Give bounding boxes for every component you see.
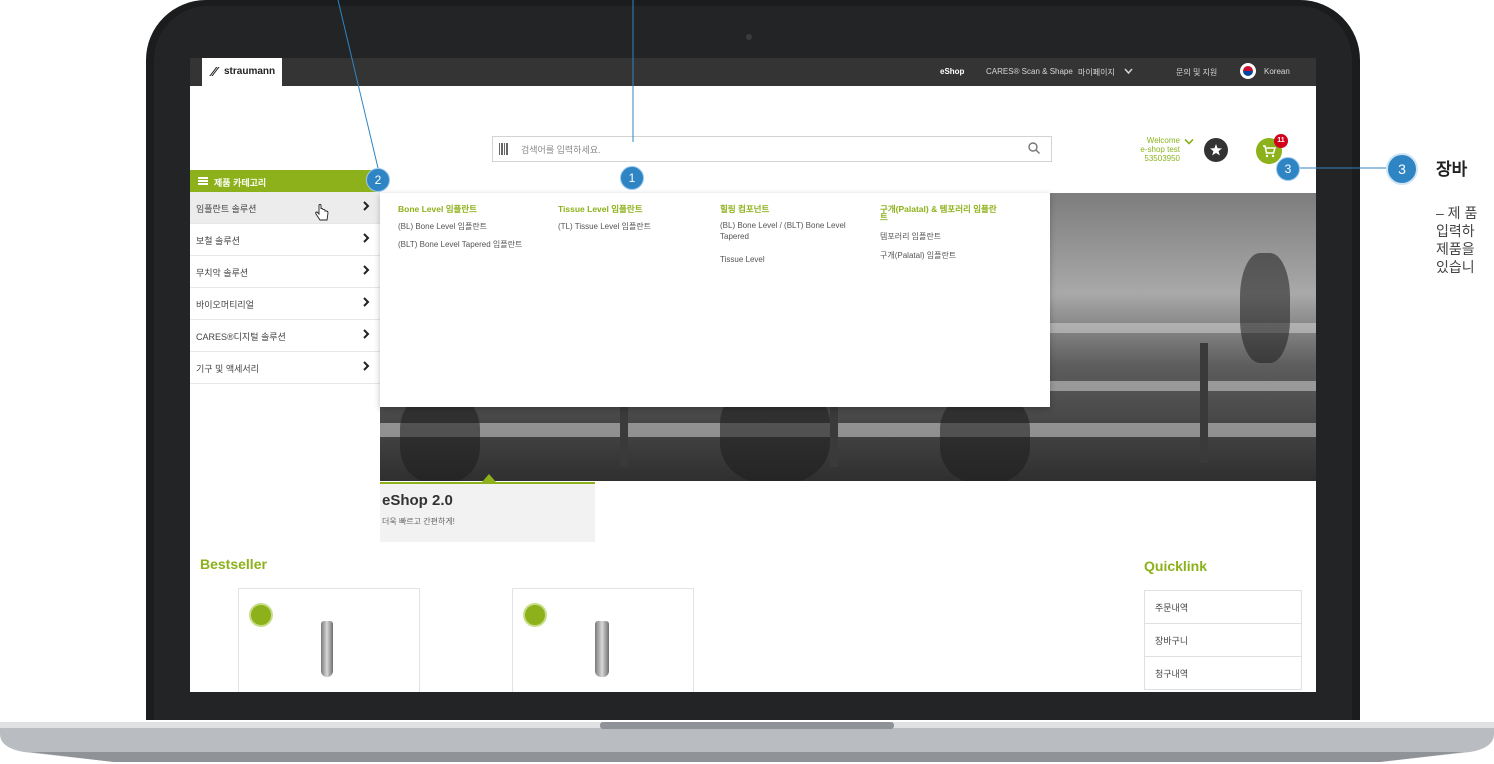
- callout-lines: [337, 0, 1386, 169]
- callout-marker-1: 1: [620, 166, 644, 190]
- annotation-line: 제품을: [1436, 241, 1475, 257]
- annotation-marker-3: 3: [1386, 153, 1418, 185]
- annotation-title: 장바: [1436, 160, 1468, 179]
- annotation-line: – 제 품: [1436, 205, 1478, 221]
- annotation-description: – 제 품 입력하 제품을 있습니: [1436, 204, 1477, 276]
- annotation-line: 있습니: [1436, 259, 1475, 275]
- callout-marker-2: 2: [366, 168, 390, 192]
- callout-marker-3: 3: [1276, 157, 1300, 181]
- annotation-line: 입력하: [1436, 223, 1475, 239]
